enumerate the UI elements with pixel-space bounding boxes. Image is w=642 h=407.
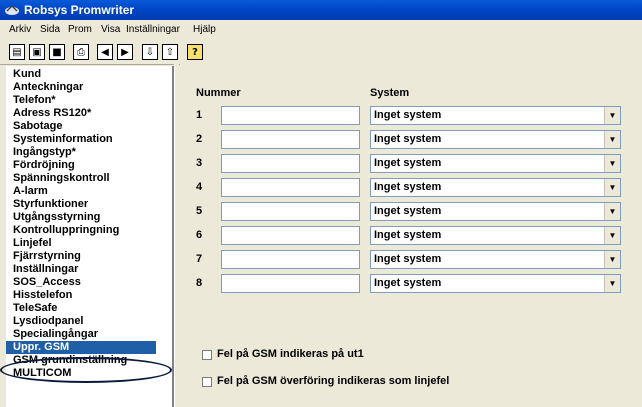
sidebar-item-fordrojning[interactable]: Fördröjning	[13, 159, 75, 172]
sidebar-item-kund[interactable]: Kund	[13, 68, 41, 81]
phone-number-field-2[interactable]	[221, 130, 360, 149]
menu-visa[interactable]: Visa	[101, 24, 120, 35]
phone-number-field-7[interactable]	[221, 250, 360, 269]
row-number: 7	[196, 253, 203, 265]
sidebar-item-uppr-gsm[interactable]: Uppr. GSM	[6, 341, 156, 354]
system-select-8[interactable]: Inget system ▼	[370, 274, 621, 293]
window-title: Robsys Promwriter	[24, 3, 135, 17]
main-panel: Nummer System 1 Inget system ▼ 2 Inget sy…	[180, 64, 642, 407]
phone-number-field-6[interactable]	[221, 226, 360, 245]
sidebar-item-specialingangar[interactable]: Specialingångar	[13, 328, 98, 341]
pane-splitter[interactable]	[174, 64, 179, 407]
menu-arkiv[interactable]: Arkiv	[9, 24, 31, 35]
sidebar-item-a-larm[interactable]: A-larm	[13, 185, 48, 198]
column-header-nummer: Nummer	[196, 87, 241, 99]
phone-number-field-4[interactable]	[221, 178, 360, 197]
gsm-transfer-fault-checkbox[interactable]	[202, 377, 212, 387]
system-select-value: Inget system	[374, 109, 442, 121]
row-number: 2	[196, 133, 203, 145]
system-select-7[interactable]: Inget system ▼	[370, 250, 621, 269]
system-select-5[interactable]: Inget system ▼	[370, 202, 621, 221]
sidebar-item-systeminformation[interactable]: Systeminformation	[13, 133, 113, 146]
phone-number-field-1[interactable]	[221, 106, 360, 125]
sidebar-item-telefon[interactable]: Telefon*	[13, 94, 56, 107]
sidebar-item-kontrolluppringning[interactable]: Kontrolluppringning	[13, 224, 119, 237]
system-select-1[interactable]: Inget system ▼	[370, 106, 621, 125]
dropdown-arrow-icon[interactable]: ▼	[604, 203, 620, 220]
sidebar-item-lysdiodpanel[interactable]: Lysdiodpanel	[13, 315, 84, 328]
system-select-value: Inget system	[374, 277, 442, 289]
title-bar: Robsys Promwriter	[0, 0, 642, 20]
gsm-fault-out1-checkbox[interactable]	[202, 350, 212, 360]
menu-hjalp[interactable]: Hjälp	[193, 24, 216, 35]
dropdown-arrow-icon[interactable]: ▼	[604, 155, 620, 172]
dropdown-arrow-icon[interactable]: ▼	[604, 131, 620, 148]
system-select-value: Inget system	[374, 253, 442, 265]
row-number: 1	[196, 109, 203, 121]
row-number: 3	[196, 157, 203, 169]
gsm-transfer-fault-label: Fel på GSM överföring indikeras som linj…	[217, 375, 450, 387]
sidebar-item-telesafe[interactable]: TeleSafe	[13, 302, 57, 315]
sidebar-item-utgangsstyrning[interactable]: Utgångsstyrning	[13, 211, 100, 224]
system-select-value: Inget system	[374, 229, 442, 241]
menu-bar: Arkiv Sida Prom Visa Inställningar Hjälp	[0, 20, 642, 38]
sidebar-item-fjarrstyrning[interactable]: Fjärrstyrning	[13, 250, 81, 263]
dropdown-arrow-icon[interactable]: ▼	[604, 107, 620, 124]
system-select-2[interactable]: Inget system ▼	[370, 130, 621, 149]
phone-number-field-8[interactable]	[221, 274, 360, 293]
previous-icon[interactable]: ◀	[97, 44, 113, 60]
sidebar-item-installningar[interactable]: Inställningar	[13, 263, 78, 276]
sidebar-item-hisstelefon[interactable]: Hisstelefon	[13, 289, 72, 302]
system-select-value: Inget system	[374, 205, 442, 217]
sidebar-item-sabotage[interactable]: Sabotage	[13, 120, 63, 133]
sidebar-item-spanningskontroll[interactable]: Spänningskontroll	[13, 172, 110, 185]
menu-installningar[interactable]: Inställningar	[126, 24, 180, 35]
system-select-value: Inget system	[374, 133, 442, 145]
phone-number-field-5[interactable]	[221, 202, 360, 221]
sidebar-item-sos-access[interactable]: SOS_Access	[13, 276, 81, 289]
menu-prom[interactable]: Prom	[68, 24, 92, 35]
gsm-fault-out1-label: Fel på GSM indikeras på ut1	[217, 348, 364, 360]
next-icon[interactable]: ▶	[117, 44, 133, 60]
column-header-system: System	[370, 87, 410, 99]
dropdown-arrow-icon[interactable]: ▼	[604, 227, 620, 244]
dropdown-arrow-icon[interactable]: ▼	[604, 275, 620, 292]
system-select-3[interactable]: Inget system ▼	[370, 154, 621, 173]
sidebar-item-ingangstyp[interactable]: Ingångstyp*	[13, 146, 76, 159]
system-select-value: Inget system	[374, 157, 442, 169]
print-icon[interactable]: ⎙	[73, 44, 89, 60]
phone-number-field-3[interactable]	[221, 154, 360, 173]
row-number: 8	[196, 277, 203, 289]
sidebar-item-linjefel[interactable]: Linjefel	[13, 237, 52, 250]
sidebar: Kund Anteckningar Telefon* Adress RS120*…	[6, 66, 174, 407]
sidebar-item-adress-rs120[interactable]: Adress RS120*	[13, 107, 91, 120]
download-prom-icon[interactable]: ⇩	[142, 44, 158, 60]
toolbar: ▤ ▣ ■ ⎙ ◀ ▶ ⇩ ⇧ ?	[0, 38, 642, 65]
open-file-icon[interactable]: ▣	[29, 44, 45, 60]
system-select-value: Inget system	[374, 181, 442, 193]
sidebar-item-anteckningar[interactable]: Anteckningar	[13, 81, 83, 94]
menu-sida[interactable]: Sida	[40, 24, 60, 35]
highlight-annotation	[0, 357, 172, 383]
system-select-4[interactable]: Inget system ▼	[370, 178, 621, 197]
dropdown-arrow-icon[interactable]: ▼	[604, 251, 620, 268]
row-number: 4	[196, 181, 203, 193]
new-file-icon[interactable]: ▤	[9, 44, 25, 60]
dropdown-arrow-icon[interactable]: ▼	[604, 179, 620, 196]
app-icon	[5, 4, 19, 15]
sidebar-item-styrfunktioner[interactable]: Styrfunktioner	[13, 198, 88, 211]
row-number: 5	[196, 205, 203, 217]
system-select-6[interactable]: Inget system ▼	[370, 226, 621, 245]
upload-prom-icon[interactable]: ⇧	[162, 44, 178, 60]
help-icon[interactable]: ?	[187, 44, 203, 60]
save-icon[interactable]: ■	[49, 44, 65, 60]
row-number: 6	[196, 229, 203, 241]
